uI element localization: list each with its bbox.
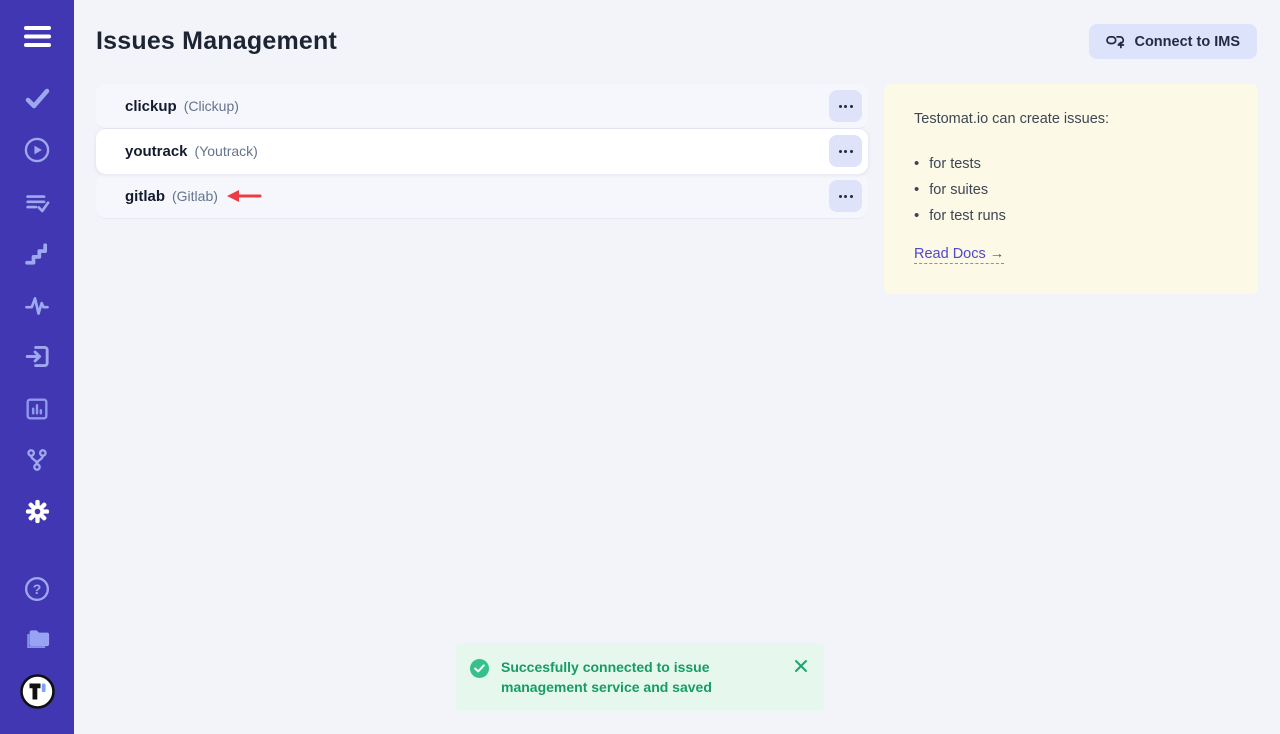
ims-name: gitlab: [125, 188, 165, 205]
sidebar-item-activity[interactable]: [0, 293, 74, 323]
sidebar-item-branches[interactable]: [0, 447, 74, 477]
ims-row-menu-button[interactable]: [829, 180, 862, 212]
ellipsis-icon: [839, 150, 842, 153]
ellipsis-icon: [839, 195, 842, 198]
info-box-list: •for tests •for suites •for test runs: [914, 151, 1228, 229]
testomat-logo[interactable]: [0, 672, 74, 710]
link-plus-icon: [1106, 34, 1125, 49]
ims-row-gitlab[interactable]: gitlab (Gitlab): [96, 174, 868, 219]
ims-type: (Youtrack): [195, 143, 258, 159]
success-check-icon: [470, 659, 489, 678]
hamburger-icon: [24, 26, 51, 52]
page-header: Issues Management Connect to IMS: [74, 0, 1280, 59]
bullet-icon: •: [914, 203, 919, 229]
info-box-item: •for test runs: [914, 203, 1228, 229]
ims-list: clickup (Clickup) youtrack (Youtrack) gi…: [96, 84, 868, 219]
ims-name: clickup: [125, 98, 177, 115]
success-toast: Succesfully connected to issue managemen…: [456, 643, 824, 711]
sidebar: ?: [0, 0, 74, 734]
ims-row-clickup[interactable]: clickup (Clickup): [96, 84, 868, 129]
bar-chart-icon: [23, 395, 51, 428]
info-box-title: Testomat.io can create issues:: [914, 111, 1228, 127]
sidebar-item-tests[interactable]: [0, 86, 74, 116]
red-left-arrow-annotation: [226, 189, 262, 203]
play-circle-icon: [23, 136, 51, 169]
close-icon[interactable]: [794, 659, 808, 673]
folder-icon: [23, 625, 52, 659]
svg-text:?: ?: [33, 580, 42, 596]
toast-message: Succesfully connected to issue managemen…: [501, 657, 763, 697]
gear-icon: [23, 497, 52, 531]
read-docs-link[interactable]: Read Docs →: [914, 246, 1004, 264]
sidebar-item-import[interactable]: [0, 344, 74, 374]
sidebar-item-settings[interactable]: [0, 499, 74, 529]
check-icon: [24, 85, 51, 117]
hamburger-menu-button[interactable]: [0, 24, 74, 54]
sidebar-item-analytics[interactable]: [0, 396, 74, 426]
sidebar-item-plans[interactable]: [0, 190, 74, 220]
main-content: Issues Management Connect to IMS clickup…: [74, 0, 1280, 734]
info-box-item: •for tests: [914, 151, 1228, 177]
sidebar-item-milestones[interactable]: [0, 241, 74, 271]
ims-type: (Clickup): [184, 98, 239, 114]
import-icon: [23, 342, 52, 376]
steps-icon: [23, 240, 51, 273]
ims-row-menu-button[interactable]: [829, 135, 862, 167]
bullet-icon: •: [914, 177, 919, 203]
info-box-item: •for suites: [914, 177, 1228, 203]
branch-icon: [23, 446, 51, 479]
sidebar-item-help[interactable]: ?: [0, 576, 74, 606]
ims-row-menu-button[interactable]: [829, 90, 862, 122]
sidebar-item-runs[interactable]: [0, 137, 74, 167]
ims-type: (Gitlab): [172, 188, 218, 204]
content-area: clickup (Clickup) youtrack (Youtrack) gi…: [74, 84, 1280, 294]
help-circle-icon: ?: [23, 575, 51, 608]
ims-row-youtrack[interactable]: youtrack (Youtrack): [96, 129, 868, 174]
connect-to-ims-button[interactable]: Connect to IMS: [1089, 24, 1257, 59]
ims-name: youtrack: [125, 143, 188, 160]
connect-to-ims-label: Connect to IMS: [1134, 34, 1240, 50]
list-check-icon: [23, 189, 51, 222]
bullet-icon: •: [914, 151, 919, 177]
page-title: Issues Management: [96, 27, 337, 56]
info-box: Testomat.io can create issues: •for test…: [884, 84, 1258, 294]
sidebar-item-projects[interactable]: [0, 627, 74, 657]
ellipsis-icon: [839, 105, 842, 108]
pulse-icon: [23, 292, 51, 325]
